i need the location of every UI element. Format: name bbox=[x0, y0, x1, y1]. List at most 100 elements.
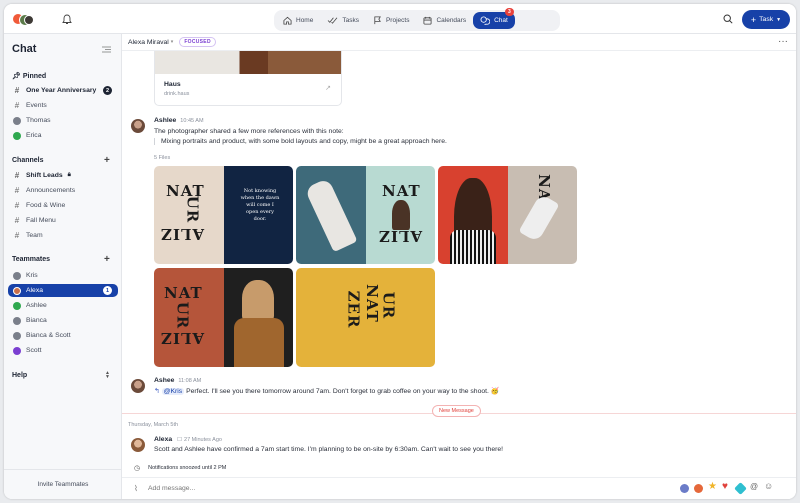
sidebar-item-erica[interactable]: Erica bbox=[8, 129, 118, 142]
striped-jacket bbox=[450, 230, 496, 264]
message-input[interactable] bbox=[148, 485, 528, 492]
message-text: The photographer shared a few more refer… bbox=[154, 128, 344, 135]
link-preview-image bbox=[155, 51, 341, 74]
channels-section-header[interactable]: Channels bbox=[12, 157, 44, 164]
poster-panel bbox=[438, 166, 508, 264]
sidebar-item-bianca-scott[interactable]: Bianca & Scott bbox=[8, 329, 118, 342]
add-teammate-icon[interactable]: + bbox=[104, 255, 110, 265]
sidebar-item-announcements[interactable]: # Announcements bbox=[8, 184, 118, 197]
poster-panel: Not knowing when the dawn will come I op… bbox=[224, 166, 293, 264]
sidebar-item-food-wine[interactable]: # Food & Wine bbox=[8, 199, 118, 212]
image-attachment[interactable]: NAT UR ALIZ Not knowing when the dawn wi… bbox=[154, 166, 293, 264]
nav-home[interactable]: Home bbox=[276, 12, 320, 29]
sidebar-item-label: Bianca & Scott bbox=[26, 332, 71, 339]
paperclip-icon[interactable]: ⌇ bbox=[134, 484, 138, 493]
snooze-notice: ◷ Notifications snoozed until 2 PM bbox=[134, 464, 226, 472]
snooze-text: Notifications snoozed until 2 PM bbox=[148, 465, 227, 471]
mention-icon[interactable]: @ bbox=[750, 482, 758, 491]
unread-count-badge: 1 bbox=[103, 286, 112, 295]
teammates-section-header[interactable]: Teammates bbox=[12, 256, 50, 263]
sidebar-item-events[interactable]: # Events bbox=[8, 99, 118, 112]
hash-icon: # bbox=[14, 86, 20, 95]
workspace-avatar[interactable] bbox=[12, 13, 34, 27]
sidebar: Chat 📌︎ Pinned # One Year Anniversary 2 … bbox=[4, 34, 122, 499]
fire-icon[interactable] bbox=[694, 484, 703, 493]
new-task-label: Task bbox=[759, 16, 774, 23]
sidebar-title: Chat bbox=[12, 43, 37, 55]
clock-icon: ◷ bbox=[134, 465, 141, 472]
message-composer: ⌇ ★ ♥ @ ☺ bbox=[122, 477, 796, 499]
chat-contact-name[interactable]: Alexa Miraval bbox=[128, 39, 169, 46]
search-icon[interactable] bbox=[723, 14, 733, 26]
shoe-shape bbox=[304, 177, 358, 253]
sidebar-item-one-year-anniversary[interactable]: # One Year Anniversary 2 bbox=[8, 84, 118, 97]
link-preview-card[interactable]: Haus drink.haus ↗ bbox=[154, 51, 342, 106]
sidebar-item-fall-menu[interactable]: # Fall Menu bbox=[8, 214, 118, 227]
message-text: Scott and Ashlee have confirmed a 7am st… bbox=[154, 446, 504, 453]
bell-icon[interactable] bbox=[62, 14, 72, 27]
avatar bbox=[13, 346, 21, 355]
sidebar-item-ashlee[interactable]: Ashlee bbox=[8, 299, 118, 312]
hash-icon: # bbox=[14, 216, 20, 225]
image-attachment[interactable]: NAT UR ALIZ bbox=[154, 268, 293, 367]
poster-panel: NAT bbox=[508, 166, 577, 264]
invite-teammates-button[interactable]: Invite Teammates bbox=[4, 469, 122, 499]
link-url: drink.haus bbox=[164, 91, 190, 97]
portrait-figure bbox=[392, 200, 410, 230]
collapse-sidebar-icon[interactable] bbox=[102, 46, 111, 55]
nav-projects[interactable]: Projects bbox=[366, 12, 416, 29]
new-task-button[interactable]: + Task ▼ bbox=[742, 10, 790, 29]
image-attachment[interactable]: NAT ALIZ bbox=[296, 166, 435, 264]
nav-projects-label: Projects bbox=[385, 17, 410, 24]
poster-text: ZER bbox=[344, 290, 363, 329]
external-link-icon[interactable]: ↗ bbox=[325, 84, 331, 92]
sidebar-item-label: Bianca bbox=[26, 317, 47, 324]
chat-header: Alexa Miraval ▾ FOCUSED ··· bbox=[122, 34, 796, 51]
nav-calendars[interactable]: Calendars bbox=[416, 12, 473, 29]
expand-collapse-icon[interactable]: ▲ ▼ bbox=[105, 371, 110, 380]
emoji-icon[interactable]: ☺ bbox=[764, 481, 773, 491]
nav-home-label: Home bbox=[296, 17, 314, 24]
nav-tasks[interactable]: Tasks bbox=[320, 12, 366, 29]
heart-icon[interactable]: ♥ bbox=[722, 481, 728, 492]
sidebar-item-team[interactable]: # Team bbox=[8, 229, 118, 242]
message-header: Ashlee 10:45 AM bbox=[154, 117, 204, 124]
sidebar-item-bianca[interactable]: Bianca bbox=[8, 314, 118, 327]
shoe-shape bbox=[518, 193, 560, 243]
chevron-down-icon[interactable]: ▾ bbox=[171, 39, 174, 45]
sparkle-icon[interactable] bbox=[734, 482, 747, 495]
help-section-header[interactable]: Help bbox=[12, 372, 27, 379]
sidebar-item-kris[interactable]: Kris bbox=[8, 269, 118, 282]
image-attachment[interactable]: NAT UR ZER bbox=[296, 268, 435, 367]
message-author: Alexa bbox=[154, 436, 173, 443]
poster-text: ALIZ bbox=[160, 329, 205, 347]
nav-tasks-label: Tasks bbox=[342, 17, 359, 24]
new-message-marker: New Message bbox=[432, 405, 481, 417]
pin-icon: 📌︎ bbox=[12, 73, 21, 80]
message-text: Perfect. I'll see you there tomorrow aro… bbox=[186, 388, 500, 395]
add-channel-icon[interactable]: + bbox=[104, 156, 110, 166]
sidebar-item-alexa[interactable]: Alexa 1 bbox=[8, 284, 118, 297]
sidebar-item-label: Fall Menu bbox=[26, 217, 56, 224]
chevron-down-icon: ▼ bbox=[776, 16, 782, 23]
avatar bbox=[13, 116, 21, 125]
avatar bbox=[131, 438, 145, 452]
tasks-icon bbox=[328, 17, 338, 24]
image-attachment[interactable]: NAT bbox=[438, 166, 577, 264]
thumbs-up-icon[interactable] bbox=[680, 484, 689, 493]
more-options-icon[interactable]: ··· bbox=[778, 36, 788, 47]
sidebar-item-scott[interactable]: Scott bbox=[8, 344, 118, 357]
poster-panel: NAT UR ALIZ bbox=[154, 166, 224, 264]
link-title: Haus bbox=[164, 81, 181, 88]
pinned-section-header[interactable]: 📌︎ Pinned bbox=[12, 72, 46, 80]
sidebar-item-thomas[interactable]: Thomas bbox=[8, 114, 118, 127]
chat-unread-badge: 3 bbox=[505, 8, 514, 16]
star-icon[interactable]: ★ bbox=[708, 481, 717, 492]
hash-icon: # bbox=[14, 231, 20, 240]
nav-chat[interactable]: Chat 3 bbox=[473, 8, 515, 29]
poster-text: UR bbox=[379, 291, 398, 320]
poster-text: NAT bbox=[362, 284, 381, 323]
sidebar-item-shift-leads[interactable]: # Shift Leads 🔒︎ bbox=[8, 169, 118, 182]
mention-chip[interactable]: @Kris bbox=[161, 388, 185, 395]
sidebar-item-label: Events bbox=[26, 102, 47, 109]
